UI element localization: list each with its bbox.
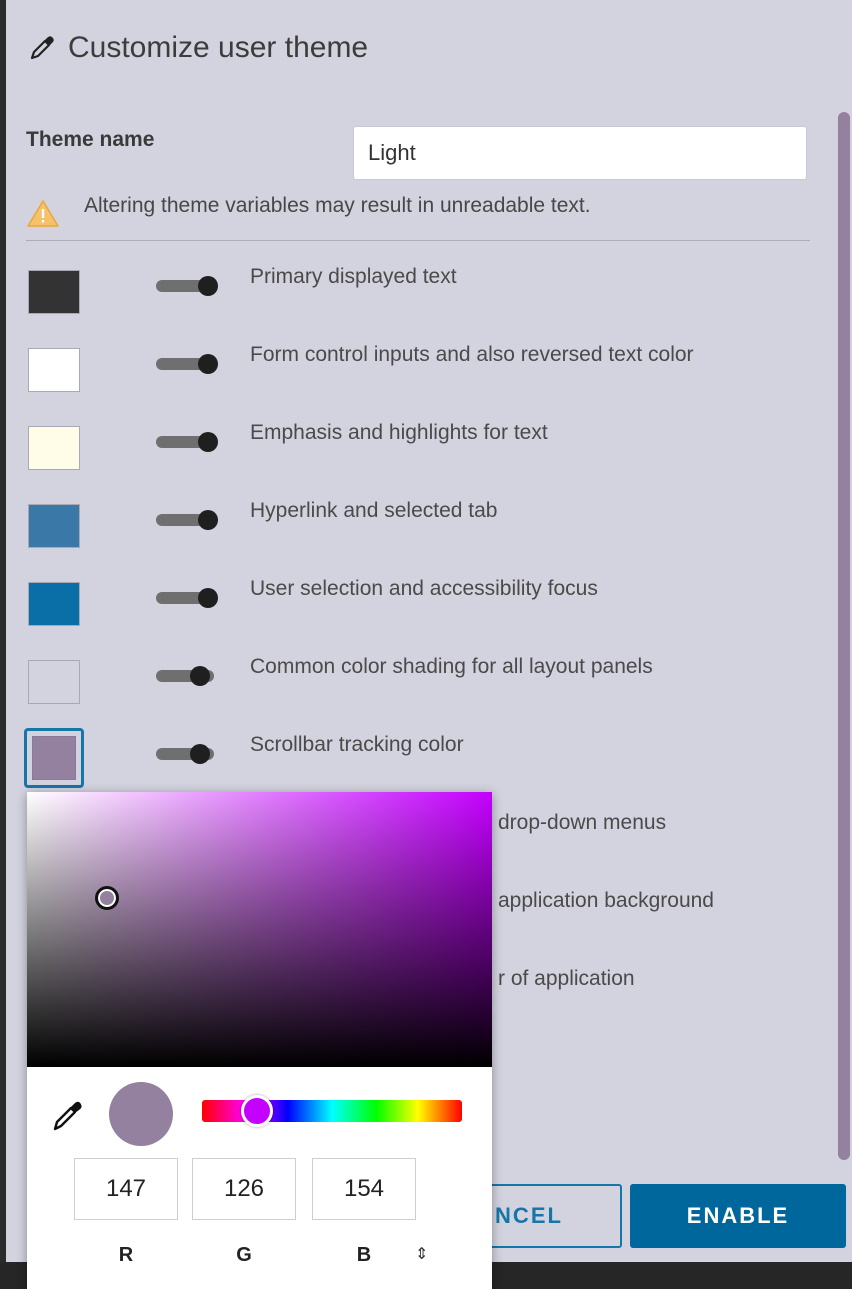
green-input[interactable] — [192, 1158, 296, 1220]
color-swatch[interactable] — [28, 504, 80, 548]
theme-variable-row: User selection and accessibility focus — [6, 574, 826, 650]
blue-input[interactable] — [312, 1158, 416, 1220]
theme-variable-row: Emphasis and highlights for text — [6, 418, 826, 494]
red-label: R — [118, 1244, 134, 1266]
variable-label: Common color shading for all layout pane… — [250, 655, 653, 678]
variable-toggle[interactable] — [156, 588, 220, 608]
variable-label: application background — [498, 889, 714, 912]
variable-label: Form control inputs and also reversed te… — [250, 343, 694, 366]
red-input[interactable] — [74, 1158, 178, 1220]
green-label: G — [236, 1244, 252, 1266]
color-swatch[interactable] — [28, 660, 80, 704]
hue-slider[interactable] — [202, 1095, 462, 1127]
theme-variable-row: Hyperlink and selected tab — [6, 496, 826, 572]
variable-label: Scrollbar tracking color — [250, 733, 464, 756]
eyedropper-icon — [30, 36, 54, 60]
format-toggle-icon[interactable]: ⇕ — [415, 1244, 428, 1264]
blue-label: B — [356, 1244, 372, 1266]
color-swatch[interactable] — [28, 582, 80, 626]
scrollbar[interactable] — [838, 112, 850, 1160]
color-preview — [109, 1082, 173, 1146]
theme-variable-row: Form control inputs and also reversed te… — [6, 340, 826, 416]
saturation-area[interactable] — [27, 792, 492, 1067]
variable-toggle[interactable] — [156, 666, 220, 686]
variable-toggle[interactable] — [156, 510, 220, 530]
selected-swatch-frame[interactable] — [24, 728, 84, 788]
dialog-title-text: Customize user theme — [68, 31, 369, 64]
warning-icon — [27, 200, 59, 227]
theme-name-label: Theme name — [26, 128, 155, 151]
theme-variable-row: Primary displayed text — [6, 262, 826, 338]
variable-toggle[interactable] — [156, 744, 220, 764]
variable-label: r of application — [498, 967, 635, 990]
dialog-title: Customize user theme — [28, 28, 368, 68]
variable-label: User selection and accessibility focus — [250, 577, 598, 600]
enable-button[interactable]: ENABLE — [630, 1184, 846, 1248]
variable-label: Emphasis and highlights for text — [250, 421, 548, 444]
variable-label: drop-down menus — [498, 811, 667, 834]
color-swatch[interactable] — [32, 736, 76, 780]
eyedropper-icon[interactable] — [49, 1097, 85, 1133]
variable-toggle[interactable] — [156, 432, 220, 452]
divider — [26, 240, 810, 241]
color-swatch[interactable] — [28, 348, 80, 392]
variable-label: Primary displayed text — [250, 265, 457, 288]
variable-toggle[interactable] — [156, 354, 220, 374]
warning-message: Altering theme variables may result in u… — [26, 184, 591, 228]
color-picker: R G B ⇕ — [27, 792, 492, 1289]
theme-variable-row: Common color shading for all layout pane… — [6, 652, 826, 728]
variable-label: Hyperlink and selected tab — [250, 499, 498, 522]
hue-slider-handle[interactable] — [241, 1095, 273, 1127]
warning-text: Altering theme variables may result in u… — [84, 194, 591, 217]
color-swatch[interactable] — [28, 426, 80, 470]
variable-toggle[interactable] — [156, 276, 220, 296]
color-swatch[interactable] — [28, 270, 80, 314]
saturation-cursor[interactable] — [95, 886, 119, 910]
theme-name-input[interactable] — [353, 126, 807, 180]
